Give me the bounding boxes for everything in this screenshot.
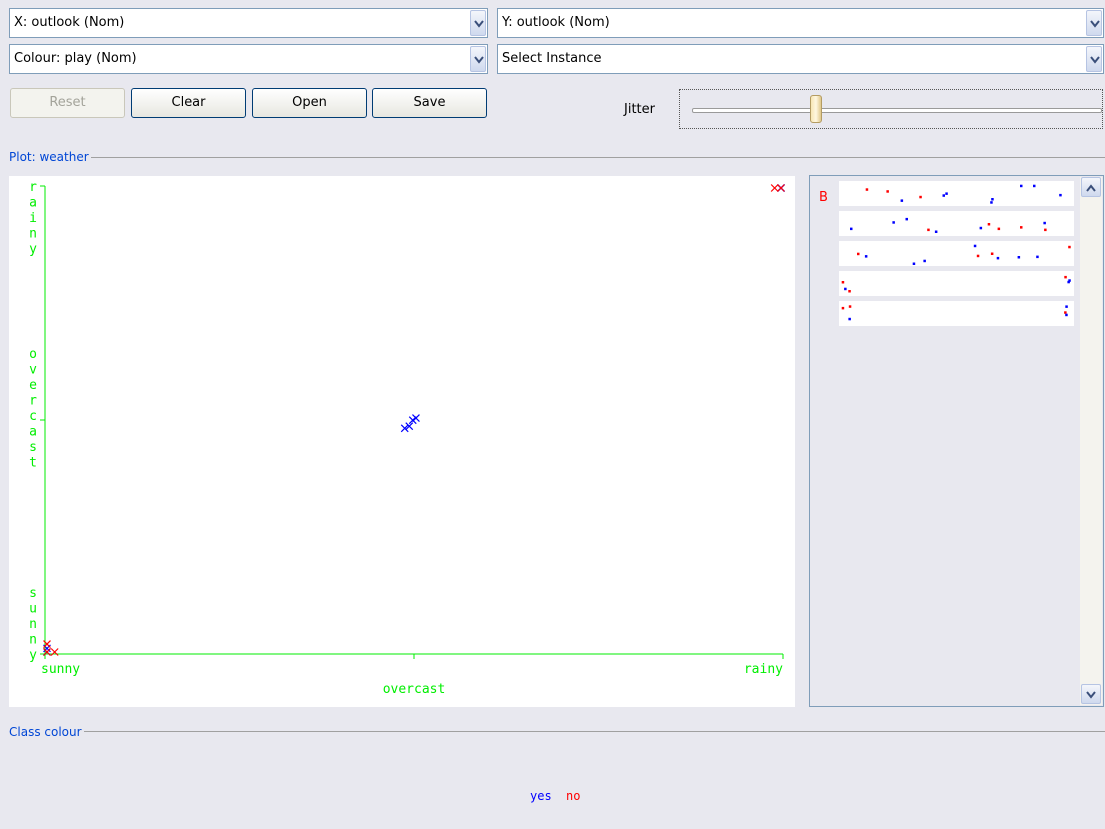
strip-dot [844,287,847,291]
strip-dot [991,198,994,201]
strip-dot [1067,280,1070,284]
strip-dot [1033,184,1036,188]
strip-dot [886,190,889,193]
strip-dot [976,254,980,258]
reset-button[interactable]: Reset [10,88,125,118]
strip-dot [979,226,983,230]
strip-dot [850,227,853,231]
strip-dot [987,223,991,226]
jitter-thumb[interactable] [810,95,823,123]
strip-dot [1065,305,1068,308]
strip-dot [841,281,845,284]
data-points [43,184,785,656]
strip-dot [1064,311,1067,314]
strip-dot [892,221,895,224]
strip-dot [912,262,916,265]
strip-dot [990,201,993,204]
legend-no: no [566,789,581,803]
jitter-label: Jitter [624,102,655,117]
plot-axes [40,185,784,659]
strip-dot [865,188,869,191]
chevron-down-icon[interactable] [1086,46,1102,72]
plot-section-label: Plot: weather [9,150,91,164]
x-axis-title: overcast [383,682,446,697]
strip-dot [1020,184,1023,188]
clear-button[interactable]: Clear [131,88,246,118]
strip-dot [1065,313,1068,317]
data-point-marker [777,184,785,192]
y-axis-labels: r a i n y o v e r c a s t s u n n y [29,180,37,663]
y-axis-select[interactable]: Y: outlook (Nom) [497,8,1104,38]
strip-dot [927,228,930,232]
strip-dot [1017,256,1021,259]
open-button[interactable]: Open [252,88,367,118]
strip-dot [919,195,922,199]
attribute-strip-dots [841,184,1071,321]
legend-yes: yes [530,789,552,803]
attribute-scrollbar[interactable] [1080,177,1102,705]
chevron-down-icon[interactable] [1081,684,1101,704]
y-tick-label: sunny [29,586,37,663]
strip-dot [934,230,938,233]
strip-dot [864,255,868,258]
strip-dot [848,305,852,308]
strip-dot [900,199,904,202]
data-point-marker [412,414,420,422]
strip-dot [973,244,977,248]
class-colour-divider [9,731,1105,732]
strip-dot [1059,193,1062,197]
x-axis-labels: sunny rainy overcast [41,662,783,697]
strip-dot [848,317,851,321]
x-tick-label: sunny [41,662,80,677]
instance-select-value: Select Instance [502,51,602,66]
x-axis-select[interactable]: X: outlook (Nom) [9,8,488,38]
strip-dot [848,290,851,293]
strip-dot [1036,255,1039,259]
y-tick-label: overcast [29,347,37,471]
colour-select-value: Colour: play (Nom) [14,51,137,66]
strip-dot [996,256,1000,260]
strip-dot [1043,221,1046,225]
strip-dot [1020,226,1023,229]
strip-dot [1064,275,1067,279]
strip-dot [997,227,1001,231]
x-axis-select-value: X: outlook (Nom) [14,15,125,30]
strip-dot [942,194,945,197]
save-button[interactable]: Save [372,88,487,118]
class-colour-label: Class colour [9,725,84,739]
attribute-panel[interactable]: B [809,175,1104,707]
instance-select[interactable]: Select Instance [497,44,1104,74]
strip-dot [857,252,860,256]
strip-dot [990,252,994,255]
strip-dot [905,217,908,221]
x-tick-label: rainy [744,662,783,677]
chevron-up-icon[interactable] [1081,177,1101,197]
colour-select[interactable]: Colour: play (Nom) [9,44,488,74]
chevron-down-icon[interactable] [1086,10,1102,36]
strip-dot [1044,228,1047,232]
plot-section-divider [9,157,1105,158]
strip-dot [945,192,948,195]
strip-dot [1068,245,1071,249]
scatter-plot-svg: r a i n y o v e r c a s t s u n n y sunny rainy overcast [29,180,785,697]
y-axis-select-value: Y: outlook (Nom) [502,15,610,30]
chevron-down-icon[interactable] [470,10,486,36]
data-point-marker [770,184,779,192]
scatter-plot[interactable]: rainy overcast sunny sunny rainy overcast [9,176,795,707]
jitter-slider[interactable] [679,89,1103,129]
strip-dot [841,306,845,310]
y-tick-label: rainy [29,180,37,257]
chevron-down-icon[interactable] [470,46,486,72]
strip-dot [923,259,926,263]
jitter-track[interactable] [692,108,1102,113]
